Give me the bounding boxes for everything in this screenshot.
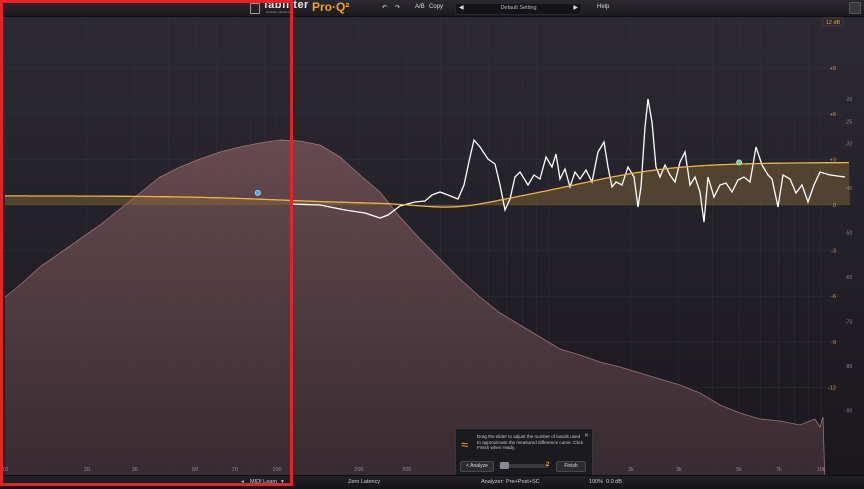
gain-tick-label: -3	[831, 249, 836, 255]
dialog-message: Drag the slider to adjust the number of …	[477, 434, 584, 451]
next-preset-icon[interactable]: ▶	[573, 4, 578, 11]
spectrum-tick-label: -50	[845, 231, 852, 237]
freq-tick-label: 30	[132, 467, 138, 473]
fabfilter-logo-icon	[250, 3, 260, 14]
preset-selector[interactable]: ◀ Default Setting ▶	[455, 3, 582, 15]
copy-button[interactable]: Copy	[429, 4, 443, 10]
spectrum-tick-label: -30	[845, 142, 852, 148]
freq-tick-label: 300	[402, 467, 411, 473]
brand-subtitle: software instruments	[266, 10, 294, 14]
spectrum-tick-label: -80	[845, 364, 852, 370]
freq-tick-label: 70	[232, 467, 238, 473]
finish-button[interactable]: Finish	[556, 461, 586, 472]
freq-tick-label: 7k	[776, 467, 782, 473]
zoom-level[interactable]: 100%	[589, 479, 603, 485]
undo-icon[interactable]: ↶	[382, 4, 387, 11]
freq-tick-label: 200	[354, 467, 363, 473]
output-gain[interactable]: 0.0 dB	[606, 479, 622, 485]
ab-compare-button[interactable]: A/B	[415, 4, 425, 10]
spectrum-tick-label: -40	[845, 186, 852, 192]
approximate-icon: ≈	[461, 437, 469, 452]
band-handle-2[interactable]	[736, 159, 743, 166]
midi-learn-dropdown-icon[interactable]: ▾	[281, 479, 284, 485]
fabfilter-logo: fabfilter software instruments Pro·Q²	[244, 0, 380, 16]
redo-icon[interactable]: ↷	[395, 4, 400, 11]
freq-tick-label: 50	[192, 467, 198, 473]
midi-learn-arrow-icon[interactable]: ◂	[241, 479, 244, 485]
spectrum-tick-label: -90	[845, 409, 852, 415]
freq-tick-label: 3k	[676, 467, 682, 473]
freq-tick-label: 10k	[817, 467, 826, 473]
latency-mode[interactable]: Zero Latency	[348, 479, 380, 485]
gain-tick-label: -12	[828, 385, 836, 391]
freq-tick-label: 20	[84, 467, 90, 473]
analyzer-mode[interactable]: Pre+Post+SC	[506, 479, 540, 485]
freq-tick-label: 2k	[628, 467, 634, 473]
spectrum-tick-label: -25	[845, 119, 852, 125]
freq-tick-label: 100	[272, 467, 281, 473]
spectrum-tick-label: -60	[845, 275, 852, 281]
range-selector[interactable]: 12 dB	[822, 17, 844, 27]
window-toggle-icon[interactable]	[849, 2, 861, 14]
range-label[interactable]: 12 dB	[826, 20, 841, 26]
analyze-button[interactable]: < Analyze	[460, 461, 494, 472]
gain-tick-label: +6	[830, 112, 836, 118]
band-count-slider-handle[interactable]	[500, 462, 509, 469]
bottom-bar: ◂ MIDI Learn ▾ Zero Latency Analyzer: Pr…	[0, 475, 864, 489]
freq-tick-label: 10	[2, 467, 8, 473]
band-handle-1[interactable]	[254, 189, 261, 196]
eq-display[interactable]: 10203050701002003005007001k2k3k5k7k10k20…	[0, 17, 864, 475]
eq-match-dialog: ≈ ✕ Drag the slider to adjust the number…	[455, 428, 593, 476]
spectrum-tick-label: -20	[845, 97, 852, 103]
gain-tick-label: +9	[830, 66, 836, 72]
preset-name[interactable]: Default Setting	[456, 5, 581, 11]
gain-tick-label: -6	[831, 294, 836, 300]
top-toolbar: fabfilter software instruments Pro·Q² ↶ …	[0, 0, 864, 17]
analyzer-label: Analyzer:	[481, 479, 504, 485]
gain-tick-label: 0	[833, 203, 836, 209]
gain-tick-label: +3	[830, 157, 836, 163]
gain-tick-label: -9	[831, 340, 836, 346]
midi-learn-button[interactable]: MIDI Learn	[250, 479, 277, 485]
spectrum-tick-label: -70	[845, 320, 852, 326]
freq-tick-label: 5k	[736, 467, 742, 473]
product-name: Pro·Q²	[312, 0, 350, 14]
help-button[interactable]: Help	[597, 4, 609, 10]
band-count-value: 2	[546, 462, 550, 468]
